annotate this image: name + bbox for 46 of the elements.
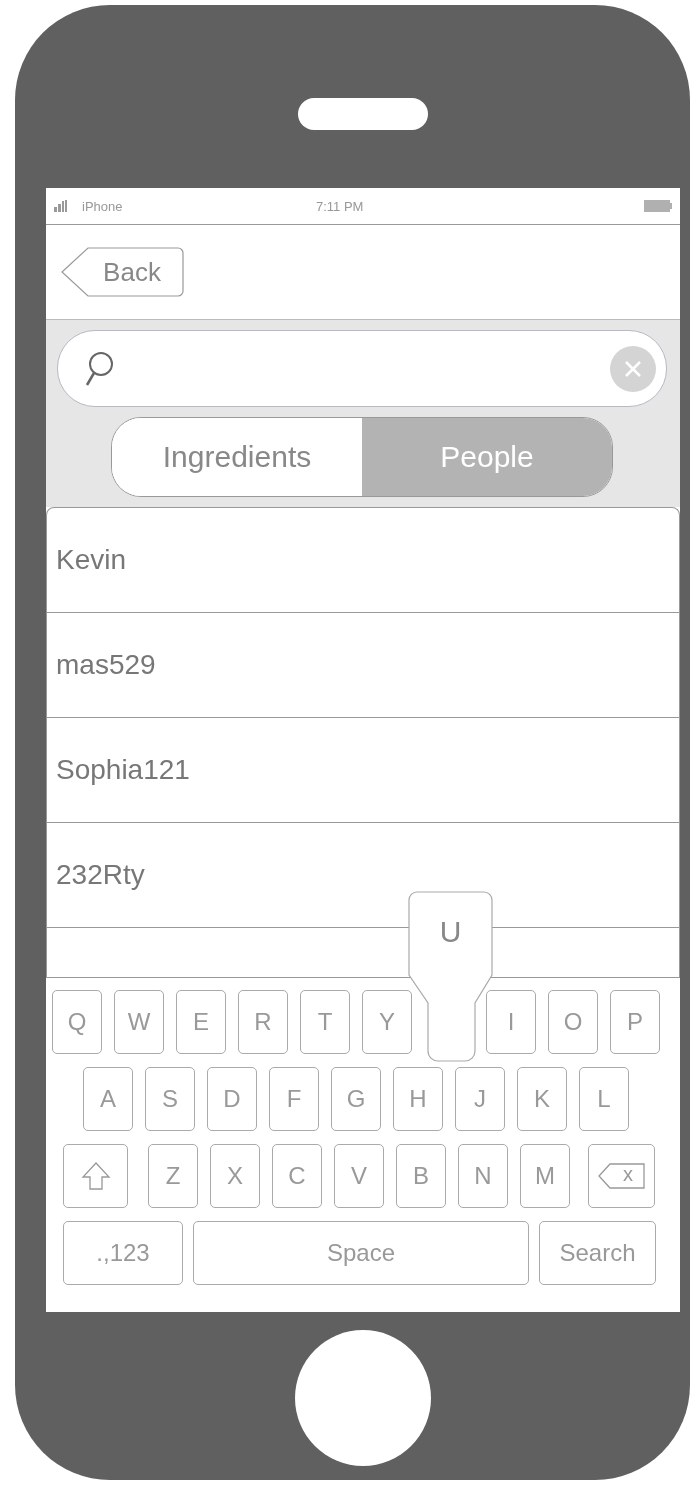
key[interactable]: D <box>207 1067 257 1131</box>
close-icon <box>623 358 643 379</box>
segment-tab[interactable]: People <box>362 418 612 496</box>
shift-key[interactable] <box>63 1144 128 1208</box>
key[interactable]: R <box>238 990 288 1054</box>
key[interactable]: V <box>334 1144 384 1208</box>
up-arrow-icon <box>80 1161 111 1191</box>
back-button[interactable]: Back <box>60 247 184 297</box>
key[interactable]: T <box>300 990 350 1054</box>
search-key[interactable]: Search <box>539 1221 656 1285</box>
key[interactable]: Z <box>148 1144 198 1208</box>
key[interactable]: A <box>83 1067 133 1131</box>
key[interactable]: K <box>517 1067 567 1131</box>
key[interactable]: E <box>176 990 226 1054</box>
key[interactable]: I <box>486 990 536 1054</box>
key[interactable]: M <box>520 1144 570 1208</box>
result-name[interactable]: Kevin <box>56 544 127 576</box>
space-key[interactable]: Space <box>193 1221 529 1285</box>
numbers-key[interactable]: .,123 <box>63 1221 183 1285</box>
key[interactable]: P <box>610 990 660 1054</box>
key[interactable]: J <box>455 1067 505 1131</box>
status-time: 7:11 PM <box>316 198 364 214</box>
result-name[interactable]: 232Rty <box>56 859 145 891</box>
key[interactable]: Y <box>362 990 412 1054</box>
search-icon <box>84 350 114 387</box>
key[interactable]: C <box>272 1144 322 1208</box>
key[interactable]: L <box>579 1067 629 1131</box>
result-name[interactable]: Sophia121 <box>56 754 190 786</box>
battery-icon <box>644 200 672 212</box>
key[interactable]: F <box>269 1067 319 1131</box>
carrier-label: iPhone <box>82 198 123 214</box>
backspace-icon <box>598 1162 646 1190</box>
clear-button[interactable] <box>610 345 656 392</box>
key[interactable]: O <box>548 990 598 1054</box>
key-popup[interactable]: U <box>408 891 493 1063</box>
key[interactable]: H <box>393 1067 443 1131</box>
result-name[interactable]: mas529 <box>56 649 156 681</box>
key[interactable]: B <box>396 1144 446 1208</box>
key[interactable]: S <box>145 1067 195 1131</box>
signal-icon <box>54 200 68 212</box>
key[interactable]: W <box>114 990 164 1054</box>
key[interactable]: X <box>210 1144 260 1208</box>
key[interactable]: G <box>331 1067 381 1131</box>
key[interactable]: N <box>458 1144 508 1208</box>
key[interactable]: Q <box>52 990 102 1054</box>
backspace-key[interactable]: x <box>588 1144 655 1208</box>
